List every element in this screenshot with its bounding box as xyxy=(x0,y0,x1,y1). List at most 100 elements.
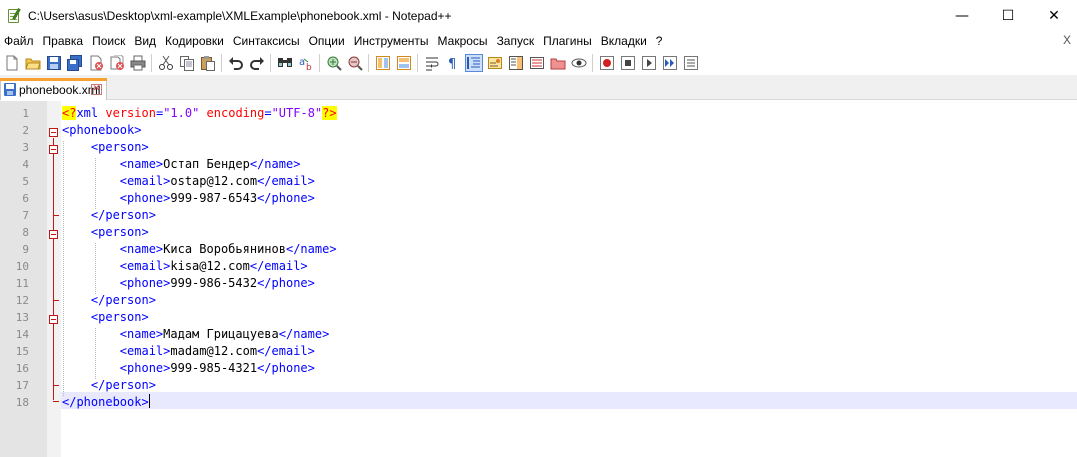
code-line: 17 </person> xyxy=(0,377,1077,394)
code-line: 5 <email>ostap@12.com</email> xyxy=(0,173,1077,190)
user-language-icon[interactable] xyxy=(487,55,503,71)
toolbar-separator xyxy=(270,53,271,72)
code-line: 15 <email>madam@12.com</email> xyxy=(0,343,1077,360)
toolbar: ab ¶ xyxy=(0,50,1077,75)
window-title: C:\Users\asus\Desktop\xml-example\XMLExa… xyxy=(28,8,452,23)
tab-phonebook-xml[interactable]: phonebook.xml ✕ xyxy=(0,78,107,100)
close-all-icon[interactable] xyxy=(109,54,125,71)
save-all-icon[interactable] xyxy=(66,54,83,71)
sync-vertical-icon[interactable] xyxy=(375,55,391,71)
cut-icon[interactable] xyxy=(158,55,174,71)
run-macro-multiple-icon[interactable] xyxy=(662,55,678,71)
code-line: 11 <phone>999-986-5432</phone> xyxy=(0,275,1077,292)
line-number: 16 xyxy=(15,362,29,375)
menu-window[interactable]: Вкладки xyxy=(597,34,652,48)
line-number: 6 xyxy=(22,192,29,205)
play-macro-icon[interactable] xyxy=(641,55,657,71)
svg-text:¶: ¶ xyxy=(448,57,456,71)
show-all-chars-icon[interactable]: ¶ xyxy=(445,55,461,72)
zoom-out-icon[interactable] xyxy=(347,55,363,71)
line-number: 13 xyxy=(15,311,29,324)
tab-bar: phonebook.xml ✕ xyxy=(0,75,1077,100)
close-document-button[interactable]: X xyxy=(1063,31,1071,50)
code-line: 13 <person> xyxy=(0,309,1077,326)
line-number: 11 xyxy=(15,277,29,290)
find-icon[interactable] xyxy=(277,55,293,71)
line-number: 15 xyxy=(15,345,29,358)
menu-run[interactable]: Запуск xyxy=(493,34,540,48)
code-line: 4 <name>Остап Бендер</name> xyxy=(0,156,1077,173)
editor[interactable]: 1 <?xml version="1.0" encoding="UTF-8"?>… xyxy=(0,101,1077,457)
zoom-in-icon[interactable] xyxy=(326,55,342,71)
menu-search[interactable]: Поиск xyxy=(88,34,130,48)
svg-text:b: b xyxy=(306,63,312,71)
notepadpp-logo-icon xyxy=(6,7,22,24)
menu-view[interactable]: Вид xyxy=(130,34,161,48)
indent-guide-icon[interactable] xyxy=(464,53,483,72)
print-icon[interactable] xyxy=(130,55,146,71)
line-number: 5 xyxy=(22,175,29,188)
sync-horizontal-icon[interactable] xyxy=(396,55,412,71)
copy-icon[interactable] xyxy=(179,55,195,71)
tab-close-icon[interactable]: ✕ xyxy=(91,84,102,95)
line-number: 10 xyxy=(15,260,29,273)
line-number: 3 xyxy=(22,141,29,154)
paste-icon[interactable] xyxy=(200,55,216,71)
code-line: 9 <name>Киса Воробьянинов</name> xyxy=(0,241,1077,258)
record-macro-icon[interactable] xyxy=(599,55,615,71)
toolbar-separator xyxy=(592,53,593,72)
code-line: 16 <phone>999-985-4321</phone> xyxy=(0,360,1077,377)
line-number: 14 xyxy=(15,328,29,341)
line-number: 12 xyxy=(15,294,29,307)
line-number: 8 xyxy=(22,226,29,239)
line-number: 7 xyxy=(22,209,29,222)
toolbar-separator xyxy=(151,53,152,72)
stop-macro-icon[interactable] xyxy=(620,55,636,71)
menu-edit[interactable]: Правка xyxy=(39,34,89,48)
code-line: 18 </phonebook> xyxy=(0,394,1077,411)
code-line: 8 <person> xyxy=(0,224,1077,241)
toolbar-separator xyxy=(417,53,418,72)
menu-settings[interactable]: Опции xyxy=(305,34,350,48)
redo-icon[interactable] xyxy=(249,55,265,71)
svg-text:a: a xyxy=(299,57,305,68)
saved-file-icon xyxy=(4,83,16,96)
toolbar-separator xyxy=(368,53,369,72)
replace-icon[interactable]: ab xyxy=(298,55,314,73)
code-line: 1 <?xml version="1.0" encoding="UTF-8"?> xyxy=(0,105,1077,122)
tab-label: phonebook.xml xyxy=(19,82,101,97)
line-number: 17 xyxy=(15,379,29,392)
function-list-icon[interactable] xyxy=(529,55,545,71)
monitoring-icon[interactable] xyxy=(571,55,587,71)
menu-encoding[interactable]: Кодировки xyxy=(161,34,229,48)
code-line: 14 <name>Мадам Грицацуева</name> xyxy=(0,326,1077,343)
code-line: 12 </person> xyxy=(0,292,1077,309)
line-number: 9 xyxy=(22,243,29,256)
line-number: 18 xyxy=(15,396,29,409)
code-line: 7 </person> xyxy=(0,207,1077,224)
code-line: 10 <email>kisa@12.com</email> xyxy=(0,258,1077,275)
close-icon[interactable] xyxy=(88,55,104,71)
toolbar-separator xyxy=(319,53,320,72)
save-icon[interactable] xyxy=(46,55,62,71)
close-button[interactable]: ✕ xyxy=(1031,0,1077,31)
code-line: 2 <phonebook> xyxy=(0,122,1077,139)
code-line: 6 <phone>999-987-6543</phone> xyxy=(0,190,1077,207)
maximize-button[interactable]: ☐ xyxy=(985,0,1031,31)
new-file-icon[interactable] xyxy=(4,55,20,71)
save-macro-icon[interactable] xyxy=(683,55,699,71)
line-number: 2 xyxy=(22,124,29,137)
undo-icon[interactable] xyxy=(228,55,244,71)
menu-macro[interactable]: Макросы xyxy=(434,34,493,48)
menu-plugins[interactable]: Плагины xyxy=(539,34,597,48)
menu-file[interactable]: Файл xyxy=(0,34,39,48)
menu-tools[interactable]: Инструменты xyxy=(350,34,434,48)
menu-language[interactable]: Синтаксисы xyxy=(229,34,305,48)
open-file-icon[interactable] xyxy=(24,55,41,71)
folder-as-workspace-icon[interactable] xyxy=(550,55,566,71)
word-wrap-icon[interactable] xyxy=(424,55,440,71)
minimize-button[interactable]: — xyxy=(939,0,985,31)
document-map-icon[interactable] xyxy=(508,55,524,71)
menu-help[interactable]: ? xyxy=(652,34,668,48)
toolbar-separator xyxy=(221,53,222,72)
